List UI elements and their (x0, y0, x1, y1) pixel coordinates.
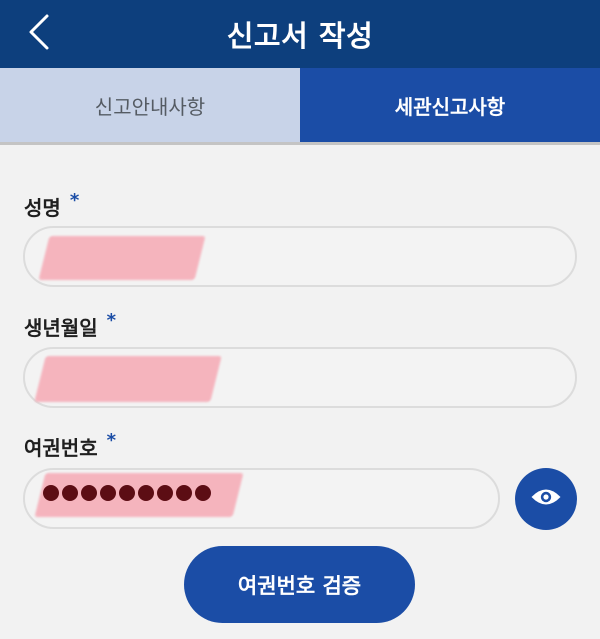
birthdate-label: 생년월일 * (24, 310, 117, 341)
name-label-text: 성명 (24, 196, 61, 220)
show-passport-button[interactable] (515, 468, 577, 530)
passport-label-text: 여권번호 (24, 436, 98, 460)
birthdate-label-text: 생년월일 (24, 316, 98, 340)
passport-label: 여권번호 * (24, 430, 117, 461)
tab-divider (0, 142, 600, 145)
redaction-mark (38, 236, 206, 280)
eye-icon (530, 486, 562, 512)
chevron-left-icon (28, 13, 50, 55)
verify-passport-button[interactable]: 여권번호 검증 (184, 546, 415, 623)
tab-declaration-guide[interactable]: 신고안내사항 (0, 68, 300, 142)
redaction-mark (34, 356, 222, 402)
app-header: 신고서 작성 (0, 0, 600, 68)
tab-customs-declaration[interactable]: 세관신고사항 (300, 68, 600, 142)
required-mark: * (69, 190, 80, 211)
required-mark: * (106, 310, 117, 331)
back-button[interactable] (14, 8, 64, 60)
page-title: 신고서 작성 (226, 19, 374, 53)
passport-masked-value (43, 485, 211, 501)
name-label: 성명 * (24, 190, 80, 221)
required-mark: * (106, 430, 117, 451)
tab-bar: 신고안내사항 세관신고사항 (0, 68, 600, 142)
